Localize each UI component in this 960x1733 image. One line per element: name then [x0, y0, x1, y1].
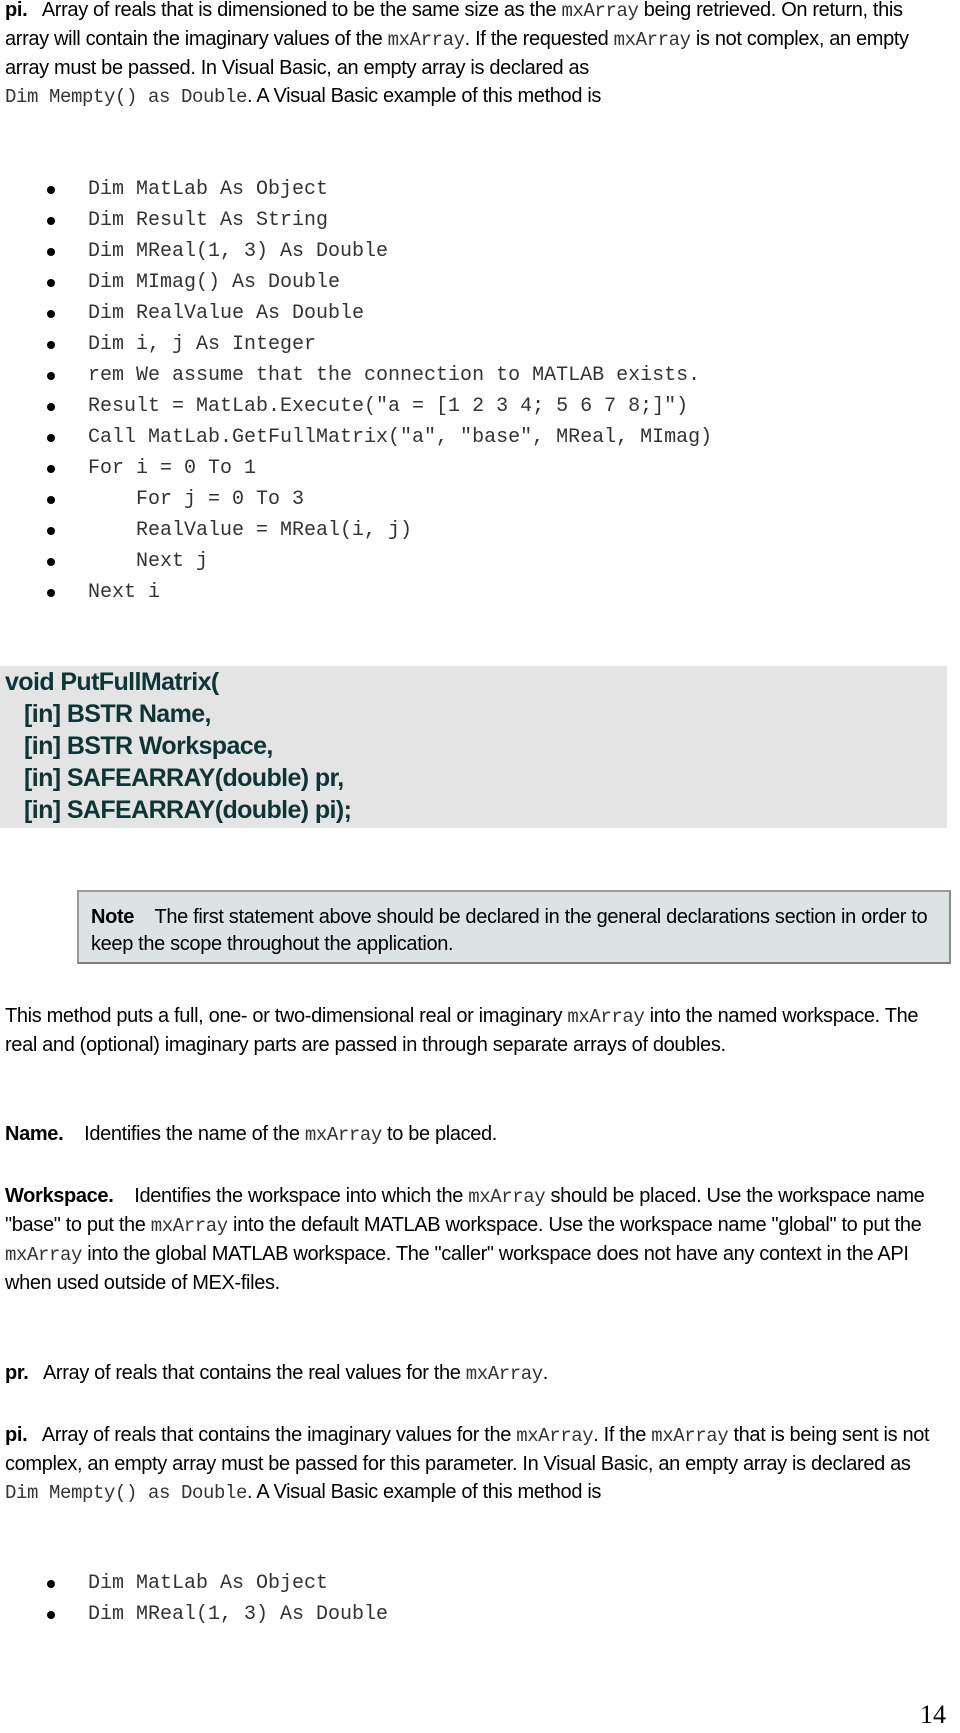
pr-param-paragraph: pr. Array of reals that contains the rea… — [5, 1362, 548, 1385]
code-text: For i = 0 To 1 — [88, 457, 257, 480]
bullet-icon — [47, 1580, 55, 1588]
inline-code: mxArray — [561, 0, 639, 22]
code-text: Dim MReal(1, 3) As Double — [88, 1603, 389, 1626]
code-line: rem We assume that the connection to MAT… — [0, 360, 712, 391]
code-line: Dim MImag() As Double — [0, 267, 712, 298]
inline-code: mxArray — [613, 29, 691, 51]
code-line: Dim Result As String — [0, 205, 712, 236]
code-line: Dim MReal(1, 3) As Double — [0, 1599, 388, 1630]
method-signature-box: void PutFullMatrix( [in] BSTR Name, [in]… — [0, 666, 947, 828]
code-example-list: Dim MatLab As Object Dim Result As String… — [0, 174, 712, 608]
code-line: Dim MatLab As Object — [0, 1568, 388, 1599]
bullet-icon — [47, 558, 55, 566]
code-line: Next i — [0, 577, 712, 608]
inline-code: mxArray — [468, 1186, 546, 1208]
bullet-icon — [47, 527, 55, 535]
code-line: Dim MReal(1, 3) As Double — [0, 236, 712, 267]
code-text: Next i — [88, 581, 161, 604]
bullet-icon — [47, 1611, 55, 1619]
inline-code: Dim Mempty() as Double — [5, 86, 248, 108]
code-text: Dim Result As String — [88, 209, 329, 232]
pi-retrieve-paragraph: pi. Array of reals that is dimensioned t… — [5, 0, 909, 108]
inline-code: Dim Mempty() as Double — [5, 1482, 248, 1504]
bullet-icon — [47, 341, 55, 349]
name-param-paragraph: Name. Identifies the name of the mxArray… — [5, 1123, 498, 1146]
pi-param-paragraph: pi. Array of reals that contains the ima… — [5, 1424, 930, 1504]
bullet-icon — [47, 248, 55, 256]
bullet-icon — [47, 589, 55, 597]
bullet-icon — [47, 465, 55, 473]
code-line: Next j — [0, 546, 712, 577]
inline-code: mxArray — [516, 1425, 594, 1447]
bullet-icon — [47, 279, 55, 287]
note-text: Note The first statement above should be… — [91, 906, 928, 955]
code-text: Dim MatLab As Object — [88, 1572, 329, 1595]
code-text: Call MatLab.GetFullMatrix("a", "base", M… — [88, 426, 713, 449]
signature-line: [in] BSTR Workspace, — [5, 732, 273, 760]
bullet-icon — [47, 372, 55, 380]
signature-line: [in] SAFEARRAY(double) pi); — [5, 796, 352, 824]
code-text: Dim MatLab As Object — [88, 178, 329, 201]
bullet-icon — [47, 186, 55, 194]
code-line: RealValue = MReal(i, j) — [0, 515, 712, 546]
code-line: Result = MatLab.Execute("a = [1 2 3 4; 5… — [0, 391, 712, 422]
param-label: pi. — [5, 1424, 28, 1446]
inline-code: mxArray — [387, 29, 465, 51]
code-line: For i = 0 To 1 — [0, 453, 712, 484]
signature-line: void PutFullMatrix( — [5, 668, 219, 696]
code-text: Result = MatLab.Execute("a = [1 2 3 4; 5… — [88, 395, 689, 418]
note-label: Note — [91, 906, 135, 928]
code-line: Dim MatLab As Object — [0, 174, 712, 205]
param-label: pi. — [5, 0, 28, 21]
code-text: Dim MImag() As Double — [88, 271, 341, 294]
code-line: For j = 0 To 3 — [0, 484, 712, 515]
param-label: pr. — [5, 1362, 29, 1384]
note-box: Note The first statement above should be… — [77, 890, 951, 964]
bullet-icon — [47, 434, 55, 442]
code-text: RealValue = MReal(i, j) — [88, 519, 413, 542]
workspace-param-paragraph: Workspace. Identifies the workspace into… — [5, 1185, 925, 1294]
inline-code: mxArray — [567, 1006, 645, 1028]
inline-code: mxArray — [651, 1425, 729, 1447]
bullet-icon — [47, 217, 55, 225]
page-number: 14 — [920, 1700, 946, 1729]
code-text: Dim RealValue As Double — [88, 302, 365, 325]
code-text: rem We assume that the connection to MAT… — [88, 364, 701, 387]
signature-line: [in] BSTR Name, — [5, 700, 211, 728]
code-text: Dim i, j As Integer — [88, 333, 317, 356]
bullet-icon — [47, 496, 55, 504]
inline-code: mxArray — [465, 1363, 543, 1385]
param-label: Name. — [5, 1123, 64, 1145]
code-line: Call MatLab.GetFullMatrix("a", "base", M… — [0, 422, 712, 453]
code-line: Dim RealValue As Double — [0, 298, 712, 329]
code-example-list: Dim MatLab As Object Dim MReal(1, 3) As D… — [0, 1568, 388, 1630]
inline-code: mxArray — [150, 1215, 228, 1237]
bullet-icon — [47, 310, 55, 318]
inline-code: mxArray — [304, 1124, 382, 1146]
code-text: For j = 0 To 3 — [88, 488, 305, 511]
code-line: Dim i, j As Integer — [0, 329, 712, 360]
signature-line: [in] SAFEARRAY(double) pr, — [5, 764, 344, 792]
method-description: This method puts a full, one- or two-dim… — [5, 1005, 919, 1056]
param-label: Workspace. — [5, 1185, 114, 1207]
bullet-icon — [47, 403, 55, 411]
code-text: Dim MReal(1, 3) As Double — [88, 240, 389, 263]
inline-code: mxArray — [5, 1244, 83, 1266]
code-text: Next j — [88, 550, 209, 573]
